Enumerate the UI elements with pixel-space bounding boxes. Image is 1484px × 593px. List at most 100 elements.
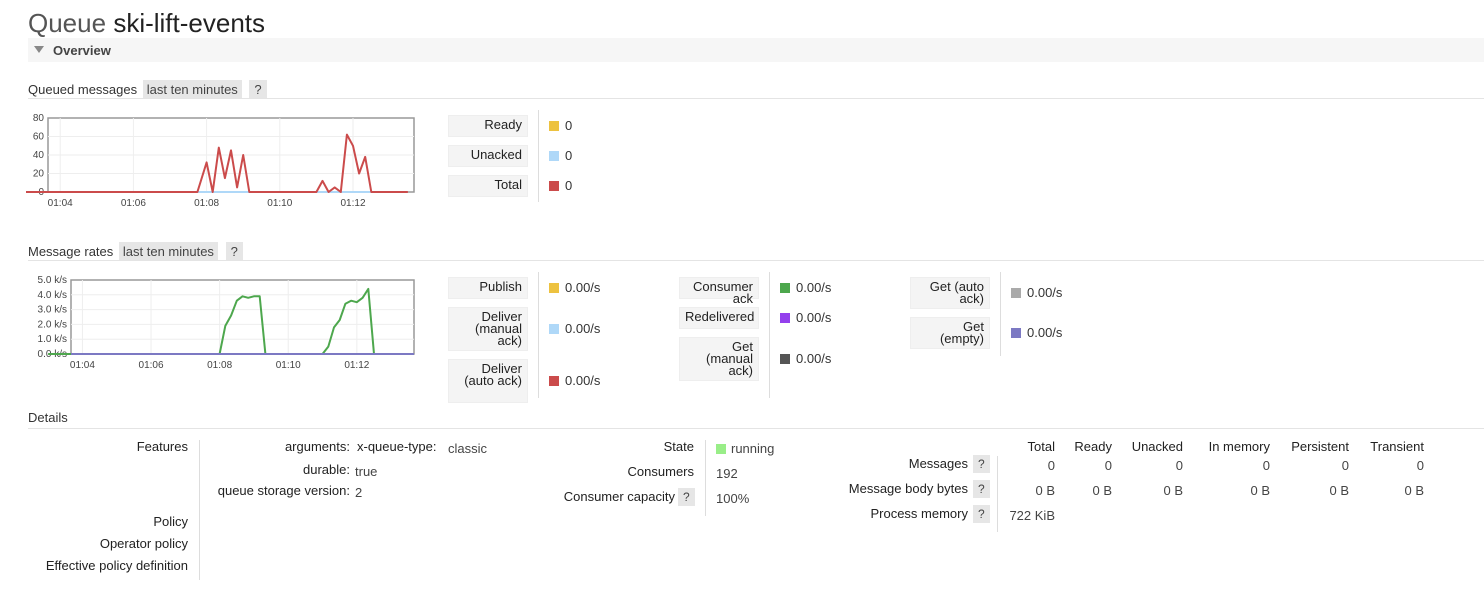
page-title: Queue ski-lift-events (28, 8, 265, 39)
details-divider (199, 440, 200, 580)
arguments-value: x-queue-type: (357, 439, 437, 454)
table-row-help-button[interactable]: ? (973, 455, 990, 473)
rates-range-selector[interactable]: last ten minutes (118, 242, 218, 261)
rates-help-button[interactable]: ? (225, 242, 243, 261)
consumer-capacity-value: 100% (716, 491, 750, 506)
table-row-label: Messages (908, 456, 968, 471)
x-tick-label: 01:06 (139, 360, 164, 371)
consumer-capacity-label: Consumer capacity (563, 489, 675, 504)
table-cell: 0 (1175, 458, 1183, 473)
queued-messages-heading: Queued messages last ten minutes ? (28, 80, 267, 99)
legend-label: Deliver (manual ack) (448, 307, 528, 351)
y-tick-label: 80 (33, 113, 45, 124)
effective-policy-label: Effective policy definition (45, 558, 188, 573)
x-tick-label: 01:08 (194, 198, 219, 209)
legend-swatch (780, 313, 790, 323)
legend-swatch (549, 121, 559, 131)
x-tick-label: 01:10 (276, 360, 301, 371)
legend-swatch (549, 324, 559, 334)
queued-heading-text: Queued messages (28, 82, 138, 97)
table-row-label: Process memory (870, 506, 968, 521)
legend-value-text: 0.00/s (565, 280, 601, 295)
table-cell: 0 (1262, 458, 1270, 473)
table-header: Unacked (1131, 439, 1183, 454)
operator-policy-label: Operator policy (99, 536, 188, 551)
legend-swatch (549, 151, 559, 161)
legend-value-text: 0.00/s (796, 310, 832, 325)
table-row-help-button[interactable]: ? (973, 480, 990, 498)
state-value: running (716, 441, 774, 456)
legend-swatch (549, 181, 559, 191)
legend-label: Ready (448, 115, 528, 137)
storage-version-value: 2 (355, 485, 363, 500)
legend-swatch (1011, 328, 1021, 338)
table-header: Ready (1074, 439, 1112, 454)
legend-swatch (549, 283, 559, 293)
x-tick-label: 01:12 (344, 360, 369, 371)
state-label: State (663, 439, 694, 454)
legend-value-text: 0.00/s (565, 321, 601, 336)
table-header: Total (1027, 439, 1055, 454)
legend-value: 0 (549, 148, 572, 163)
legend-value-text: 0 (565, 118, 573, 133)
legend-value: 0.00/s (780, 351, 831, 366)
arguments-key: arguments: (284, 439, 350, 454)
y-tick-label: 5.0 k/s (38, 275, 67, 286)
x-tick-label: 01:10 (267, 198, 292, 209)
consumers-label: Consumers (627, 464, 694, 479)
legend-swatch (549, 376, 559, 386)
queued-help-button[interactable]: ? (249, 80, 267, 99)
consumer-capacity-help-button[interactable]: ? (678, 488, 695, 506)
divider (28, 98, 1484, 99)
details-divider (997, 456, 998, 532)
state-swatch (716, 444, 726, 454)
legend-label: Deliver (auto ack) (448, 359, 528, 403)
message-rates-chart: 0.0 k/s 1.0 k/s 2.0 k/s 3.0 k/s 4.0 k/s 5.0 k… (26, 274, 426, 378)
table-header: In memory (1208, 439, 1270, 454)
details-divider (705, 440, 706, 516)
legend-swatch (780, 354, 790, 364)
table-cell: 0 (1341, 458, 1349, 473)
divider (28, 260, 1484, 261)
x-tick-label: 01:04 (48, 198, 73, 209)
table-cell: 0 B (1035, 483, 1055, 498)
chart-frame (70, 279, 415, 355)
durable-key: durable: (303, 462, 350, 477)
legend-value: 0 (549, 178, 572, 193)
table-cell: 0 B (1404, 483, 1424, 498)
table-cell: 0 B (1163, 483, 1183, 498)
legend-label: Get (auto ack) (910, 277, 990, 309)
legend-value-text: 0.00/s (796, 280, 832, 295)
queue-name: ski-lift-events (113, 8, 266, 38)
x-tick-label: 01:06 (121, 198, 146, 209)
storage-version-key: queue storage version: (217, 483, 350, 498)
legend-label: Get (empty) (910, 317, 990, 349)
legend-value-text: 0.00/s (1027, 285, 1063, 300)
legend-swatch (780, 283, 790, 293)
legend-label: Get (manual ack) (679, 337, 759, 381)
legend-divider (769, 272, 770, 398)
legend-label: Total (448, 175, 528, 197)
table-cell: 0 B (1250, 483, 1270, 498)
table-cell: 722 KiB (1009, 508, 1055, 523)
legend-value-text: 0.00/s (565, 373, 601, 388)
table-row-help-button[interactable]: ? (973, 505, 990, 523)
table-row-label: Message body bytes (848, 481, 968, 496)
legend-value: 0.00/s (1011, 325, 1062, 340)
y-tick-label: 1.0 k/s (38, 334, 67, 345)
overview-section-toggle[interactable]: Overview (28, 38, 1484, 62)
y-tick-label: 3.0 k/s (38, 305, 67, 316)
table-cell: 0 (1104, 458, 1112, 473)
legend-divider (1000, 272, 1001, 356)
legend-value: 0.00/s (780, 310, 831, 325)
legend-swatch (1011, 288, 1021, 298)
queued-messages-chart: 0 20 40 60 80 01:04 01:06 01:08 01:10 01:12 (26, 110, 426, 214)
table-cell: 0 (1047, 458, 1055, 473)
title-prefix: Queue (28, 8, 107, 38)
legend-divider (538, 110, 539, 202)
x-tick-label: 01:08 (207, 360, 232, 371)
y-tick-label: 4.0 k/s (38, 290, 67, 301)
queued-range-selector[interactable]: last ten minutes (142, 80, 242, 99)
legend-label: Unacked (448, 145, 528, 167)
durable-value: true (355, 464, 378, 479)
